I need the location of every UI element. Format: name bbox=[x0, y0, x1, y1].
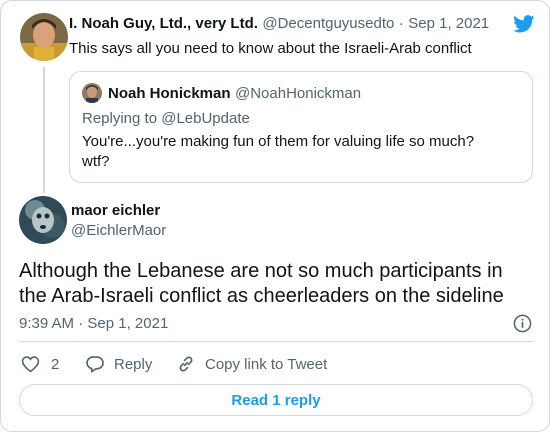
parent-tweet-text: This says all you need to know about the… bbox=[69, 40, 472, 57]
main-tweet-timestamp[interactable]: 9:39 AM · Sep 1, 2021 bbox=[19, 315, 168, 332]
quoted-tweet-text-line-1: You're...you're making fun of them for v… bbox=[82, 133, 475, 150]
author-handle[interactable]: @Decentguyusedto bbox=[262, 15, 394, 32]
replying-to-prefix: Replying to bbox=[82, 110, 162, 127]
divider bbox=[19, 341, 533, 342]
replying-to-handle[interactable]: @LebUpdate bbox=[161, 110, 250, 127]
heart-icon bbox=[21, 356, 40, 373]
like-count: 2 bbox=[51, 355, 60, 373]
quoted-tweet-text-line-2: wtf? bbox=[82, 153, 110, 170]
separator: · bbox=[398, 15, 404, 32]
twitter-bird-icon[interactable] bbox=[513, 15, 535, 33]
tweet-embed-card: I. Noah Guy, Ltd., very Ltd. @Decentguyu… bbox=[0, 0, 550, 432]
quoted-tweet-header: Noah Honickman @NoahHonickman bbox=[108, 85, 361, 103]
quoted-author-handle: @NoahHonickman bbox=[234, 85, 362, 102]
link-icon bbox=[179, 356, 193, 372]
main-author-handle[interactable]: @EichlerMaor bbox=[71, 222, 166, 239]
copy-link-label: Copy link to Tweet bbox=[205, 355, 328, 373]
quoted-tweet[interactable]: Noah Honickman @NoahHonickman Replying t… bbox=[69, 71, 533, 183]
read-replies-button[interactable]: Read 1 reply bbox=[19, 384, 533, 416]
replying-to: Replying to @LebUpdate bbox=[82, 110, 250, 127]
tweet-time: 9:39 AM bbox=[19, 315, 75, 332]
avatar-eichlermaor[interactable] bbox=[19, 196, 67, 244]
like-action[interactable]: 2 bbox=[21, 353, 59, 375]
reply-icon bbox=[86, 356, 104, 373]
info-icon[interactable] bbox=[513, 314, 532, 333]
tweet-date[interactable]: Sep 1, 2021 bbox=[408, 15, 489, 32]
separator: · bbox=[78, 315, 84, 332]
quoted-author-name: Noah Honickman bbox=[108, 85, 231, 102]
main-tweet-text-line-2: the Arab-Israeli conflict as cheerleader… bbox=[19, 285, 504, 307]
thread-connector-line bbox=[43, 67, 45, 193]
main-author-name[interactable]: maor eichler bbox=[71, 202, 160, 219]
author-name[interactable]: I. Noah Guy, Ltd., very Ltd. bbox=[69, 15, 258, 32]
avatar-decentguyusedto[interactable] bbox=[20, 13, 68, 61]
reply-action[interactable]: Reply bbox=[85, 353, 152, 375]
parent-tweet-header: I. Noah Guy, Ltd., very Ltd. @Decentguyu… bbox=[69, 15, 489, 33]
reply-label: Reply bbox=[114, 355, 153, 373]
tweet-date: Sep 1, 2021 bbox=[87, 315, 169, 332]
main-tweet-text-line-1: Although the Lebanese are not so much pa… bbox=[19, 260, 503, 282]
avatar-noahhonickman bbox=[82, 83, 102, 103]
copy-link-action[interactable]: Copy link to Tweet bbox=[176, 353, 327, 375]
